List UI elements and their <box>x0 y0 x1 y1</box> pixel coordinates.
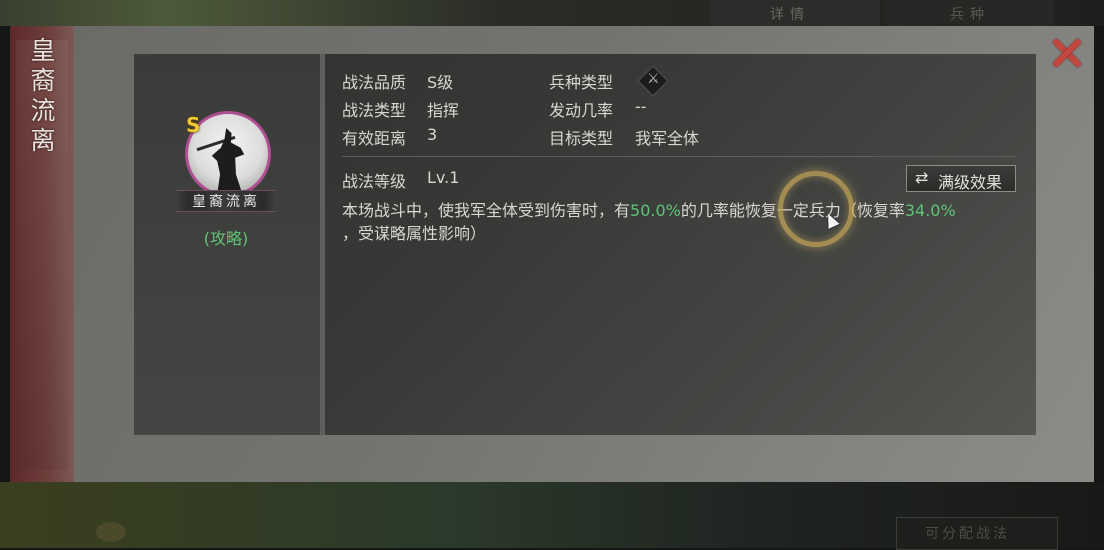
trigger-rate-label: 发动几率 <box>549 101 614 120</box>
trigger-rate-value: -- <box>635 97 647 116</box>
swap-icon: ⇄ <box>915 168 929 187</box>
guide-link[interactable]: (攻略) <box>180 225 272 249</box>
background-tab-troops-label: 兵种 <box>950 7 990 23</box>
skill-type-value: 指挥 <box>427 101 460 120</box>
quality-label: 战法品质 <box>342 73 407 92</box>
banner-title: 皇裔流离 <box>30 36 56 155</box>
background-tab-details-label: 详情 <box>770 7 810 23</box>
skill-level-value: Lv.1 <box>427 168 460 187</box>
trigger-chance-value: 50.0% <box>630 201 681 220</box>
range-label: 有效距离 <box>342 129 407 148</box>
troop-type-icon: ⚔ <box>637 65 669 97</box>
description-text-1: 本场战斗中，使我军全体受到伤害时，有 <box>342 201 631 220</box>
troop-icon-glyph: ⚔ <box>647 71 660 87</box>
background-assign-label: 可分配战法 <box>925 526 1010 542</box>
grade-badge: S <box>186 113 201 137</box>
target-type-label: 目标类型 <box>549 129 614 148</box>
range-value: 3 <box>427 125 438 144</box>
recovery-rate-value: 34.0% <box>904 201 956 220</box>
background-bottom-icon <box>96 522 126 542</box>
skill-description: 本场战斗中，使我军全体受到伤害时，有50.0%的几率能恢复一定兵力（恢复率34.… <box>342 199 1022 245</box>
full-level-effect-label: 满级效果 <box>938 173 1003 192</box>
portrait-figure <box>211 128 245 194</box>
quality-value: S级 <box>427 73 454 92</box>
target-type-value: 我军全体 <box>635 129 700 148</box>
skill-type-label: 战法类型 <box>342 101 407 120</box>
attribute-separator <box>342 156 1016 157</box>
troop-type-label: 兵种类型 <box>549 73 614 92</box>
skill-level-label: 战法等级 <box>342 172 407 191</box>
click-ring-effect <box>778 171 854 247</box>
skill-name: 皇裔流离 <box>192 194 260 210</box>
close-icon[interactable] <box>1048 34 1086 72</box>
description-text-3: ，受谋略属性影响） <box>342 224 487 243</box>
full-level-effect-button[interactable]: ⇄ 满级效果 <box>906 165 1016 192</box>
panel-divider <box>320 54 325 435</box>
